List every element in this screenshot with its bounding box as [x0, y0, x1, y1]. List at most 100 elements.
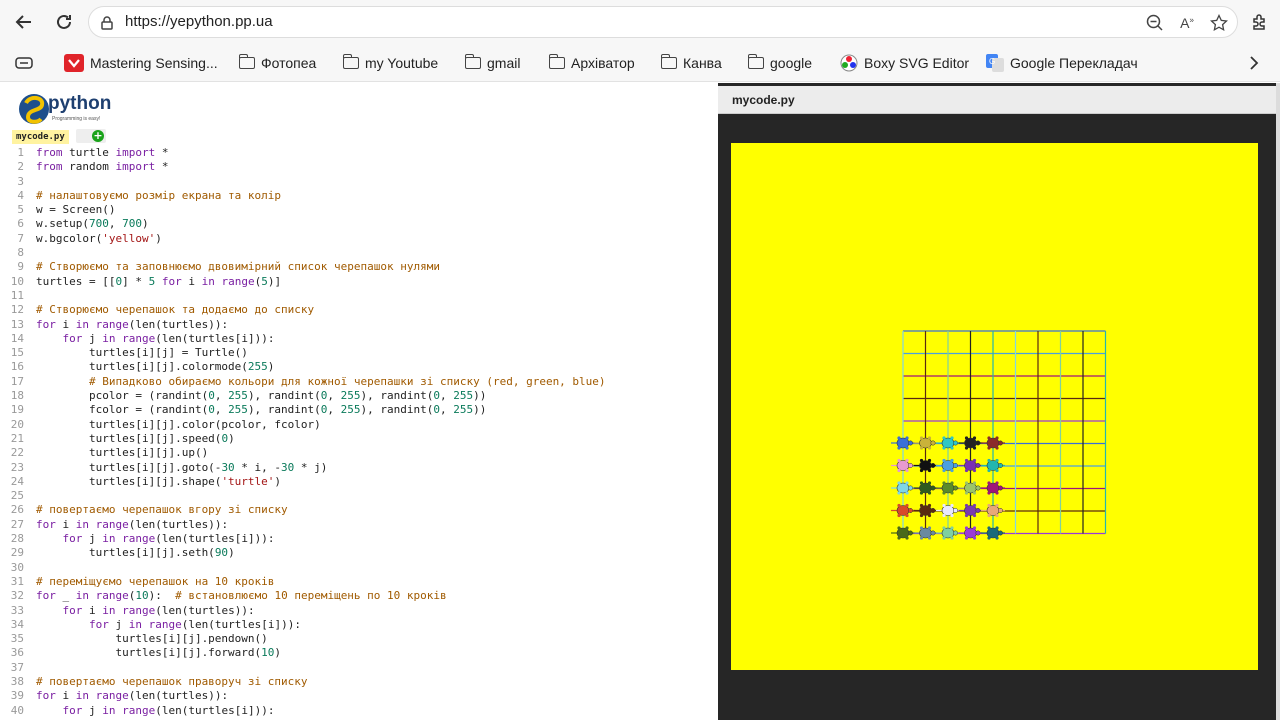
add-file-button[interactable]: +	[76, 129, 106, 143]
url-text[interactable]: https://yepython.pp.ua	[125, 13, 273, 30]
code-line[interactable]: 6 w.setup(700, 700)	[0, 217, 716, 231]
turtle-leg	[964, 481, 969, 485]
turtle-leg	[927, 503, 932, 508]
code-line[interactable]: 33 for i in range(len(turtles)):	[0, 604, 716, 618]
code-line[interactable]: 21 turtles[i][j].speed(0)	[0, 432, 716, 446]
bookmark-item-boxy[interactable]: Boxy SVG Editor	[840, 52, 969, 74]
code-line[interactable]: 34 for j in range(len(turtles[i])):	[0, 618, 716, 632]
turtle-head	[930, 463, 936, 468]
turtle-leg	[897, 503, 901, 508]
code-line[interactable]: 11	[0, 289, 716, 303]
code-line[interactable]: 40 for j in range(len(turtles[i])):	[0, 704, 716, 718]
code-line[interactable]: 24 turtles[i][j].shape('turtle')	[0, 475, 716, 489]
code-line[interactable]: 19 fcolor = (randint(0, 255), randint(0,…	[0, 403, 716, 417]
turtle-leg	[942, 446, 946, 450]
zoom-out-icon[interactable]	[1145, 13, 1165, 33]
bookmark-label: gmail	[487, 55, 521, 71]
turtle-head	[953, 485, 958, 491]
code-token: ), randint(	[247, 389, 321, 403]
bookmark-item-youtube[interactable]: my Youtube	[342, 52, 438, 74]
code-line[interactable]: 25	[0, 489, 716, 503]
turtle-leg	[927, 481, 932, 485]
code-line[interactable]: 1 from turtle import *	[0, 146, 716, 160]
bookmark-item-archiver[interactable]: Архіватор	[548, 52, 635, 74]
code-line[interactable]: 2 from random import *	[0, 160, 716, 174]
line-number: 28	[10, 532, 24, 546]
code-line[interactable]: 17 # Випадково обираємо кольори для кожн…	[0, 375, 716, 389]
code-line[interactable]: 16 turtles[i][j].colormode(255)	[0, 360, 716, 374]
code-line[interactable]: 36 turtles[i][j].forward(10)	[0, 646, 716, 660]
code-token: 5	[261, 274, 268, 288]
code-line[interactable]: 10 turtles = [[0] * 5 for i in range(5)]	[0, 275, 716, 289]
turtle-head	[953, 463, 958, 468]
code-line[interactable]: 38 # повертаємо черепашок праворуч зі спи…	[0, 675, 716, 689]
code-line[interactable]: 7 w.bgcolor('yellow')	[0, 232, 716, 246]
bookmark-item-gmail[interactable]: gmail	[464, 52, 521, 74]
turtle-leg	[919, 536, 924, 540]
turtle-leg	[972, 468, 977, 473]
bookmark-item-translate[interactable]: G Google Перекладач	[986, 52, 1138, 74]
code-line[interactable]: 15 turtles[i][j] = Turtle()	[0, 346, 716, 360]
turtle-leg	[972, 491, 977, 495]
reload-icon[interactable]	[50, 8, 78, 36]
line-number: 36	[10, 646, 24, 660]
code-line[interactable]: 29 turtles[i][j].seth(90)	[0, 546, 716, 560]
code-line[interactable]: 8	[0, 246, 716, 260]
code-line[interactable]: 27 for i in range(len(turtles)):	[0, 518, 716, 532]
code-line[interactable]: 20 turtles[i][j].color(pcolor, fcolor)	[0, 418, 716, 432]
code-line[interactable]: 12 # Створюємо черепашок та додаємо до сп…	[0, 303, 716, 317]
code-token: )	[155, 231, 162, 245]
code-token: i	[55, 317, 76, 331]
code-line[interactable]: 4 # налаштовуємо розмір екрана та колір	[0, 189, 716, 203]
turtle-leg	[987, 536, 991, 540]
code-line[interactable]: 28 for j in range(len(turtles[i])):	[0, 532, 716, 546]
bookmark-item-photopea[interactable]: Фотопеа	[238, 52, 316, 74]
extensions-icon[interactable]	[1246, 8, 1274, 36]
bookmark-item-google[interactable]: google	[747, 52, 812, 74]
favorite-star-icon[interactable]	[1209, 13, 1229, 33]
code-line[interactable]: 9 # Створюємо та заповнюємо двовимірний с…	[0, 260, 716, 274]
code-line[interactable]: 13 for i in range(len(turtles)):	[0, 318, 716, 332]
bookmark-item-mastering[interactable]: Mastering Sensing...	[64, 52, 218, 74]
code-line[interactable]: 31 # переміщуємо черепашок на 10 кроків	[0, 575, 716, 589]
code-token: 255	[228, 389, 248, 403]
back-icon[interactable]	[10, 8, 38, 36]
code-line[interactable]: 30	[0, 561, 716, 575]
code-token: in	[102, 532, 116, 546]
code-area[interactable]: 1 from turtle import * 2 from random import…	[0, 146, 716, 718]
code-line[interactable]: 35 turtles[i][j].pendown()	[0, 632, 716, 646]
code-line[interactable]: 23 turtles[i][j].goto(-30 * i, -30 * j)	[0, 461, 716, 475]
code-text: w.bgcolor('yellow')	[36, 232, 162, 246]
code-line[interactable]: 5 w = Screen()	[0, 203, 716, 217]
code-token: 255	[453, 389, 474, 403]
turtle-head	[953, 440, 958, 446]
turtle-leg	[987, 458, 991, 463]
output-tab[interactable]: mycode.py	[718, 86, 1278, 114]
bookmarks-more-icon[interactable]	[1248, 52, 1260, 74]
turtle-canvas[interactable]	[731, 143, 1258, 670]
code-token: in	[102, 331, 116, 345]
code-token: )	[228, 431, 235, 445]
turtle-leg	[897, 436, 901, 440]
code-line[interactable]: 26 # повертаємо черепашок вгору зі списку	[0, 503, 716, 517]
site-info-icon[interactable]	[97, 13, 117, 33]
code-token: for	[62, 532, 83, 546]
turtle-head	[975, 440, 981, 446]
collections-icon[interactable]	[14, 52, 34, 74]
code-line[interactable]: 14 for j in range(len(turtles[i])):	[0, 332, 716, 346]
code-line[interactable]: 32 for _ in range(10): # встановлюємо 10 …	[0, 589, 716, 603]
read-aloud-icon[interactable]: A»	[1177, 13, 1197, 33]
file-tab[interactable]: mycode.py	[12, 130, 69, 144]
address-bar[interactable]: https://yepython.pp.ua A»	[88, 6, 1238, 38]
code-line[interactable]: 39 for i in range(len(turtles)):	[0, 689, 716, 703]
page-scrollbar[interactable]	[1276, 83, 1280, 720]
bookmark-item-canva[interactable]: Канва	[660, 52, 722, 74]
code-line[interactable]: 22 turtles[i][j].up()	[0, 446, 716, 460]
code-line[interactable]: 18 pcolor = (randint(0, 255), randint(0,…	[0, 389, 716, 403]
code-line[interactable]: 37	[0, 661, 716, 675]
code-text: turtles[i][j].color(pcolor, fcolor)	[36, 418, 321, 432]
line-number: 18	[10, 389, 24, 403]
turtle-leg	[964, 468, 969, 473]
turtle-leg	[942, 491, 946, 495]
code-line[interactable]: 3	[0, 175, 716, 189]
